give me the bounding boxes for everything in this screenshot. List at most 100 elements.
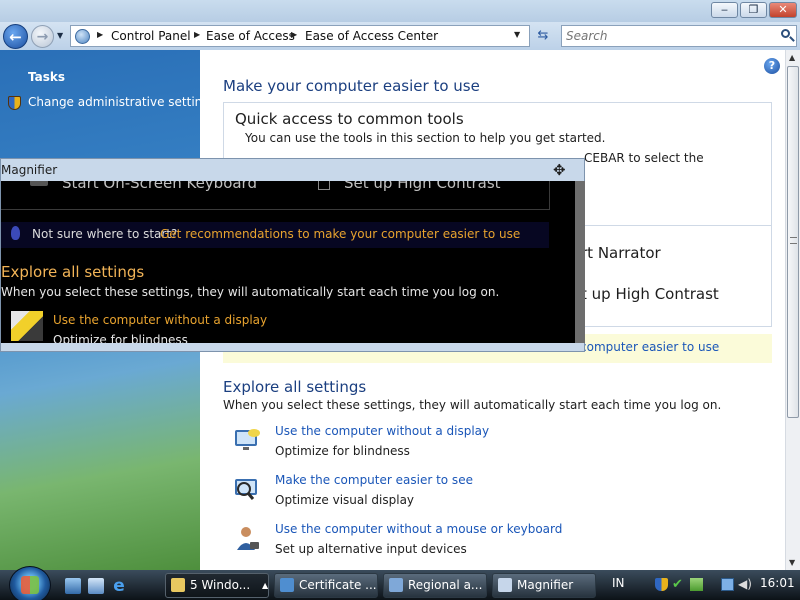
magnified-rec-link: Get recommendations to make your compute… — [160, 227, 521, 241]
magnifier-title: Magnifier — [1, 163, 58, 177]
magnified-view: Start On-Screen Keyboard Set up High Con… — [1, 181, 575, 343]
navigation-bar: ← → ▼ ▶ Control Panel ▶ Ease of Access ▶… — [0, 22, 800, 50]
keyboard-icon — [30, 181, 48, 186]
speaker-icon[interactable]: ◀) — [738, 578, 752, 591]
help-icon[interactable]: ? — [764, 58, 780, 74]
magnified-explore-heading: Explore all settings — [1, 263, 145, 281]
scroll-thumb[interactable] — [787, 66, 799, 418]
display-settings-icon — [235, 429, 260, 450]
magnified-explore-description: When you select these settings, they wil… — [1, 285, 500, 299]
user-input-icon — [237, 527, 259, 550]
internet-explorer-icon[interactable]: e — [111, 578, 127, 595]
magnified-recommendation-bar: Not sure where to start? Get recommendat… — [1, 222, 549, 248]
search-box[interactable] — [561, 25, 797, 47]
explore-settings-description: When you select these settings, they wil… — [223, 398, 722, 412]
tasks-heading: Tasks — [28, 70, 66, 84]
setting-title[interactable]: Make the computer easier to see — [275, 473, 473, 487]
internet-explorer-icon — [280, 578, 294, 592]
taskbar-item-regional[interactable]: Regional a... — [383, 573, 487, 598]
setting-description: Optimize visual display — [275, 493, 415, 507]
taskbar-item-label: Magnifier — [517, 578, 574, 592]
vertical-scrollbar[interactable]: ▲ ▼ — [785, 50, 800, 570]
system-tray: ✔ ◀) 16:01 — [650, 573, 800, 598]
scroll-grip-icon — [790, 237, 797, 244]
setting-description: Optimize for blindness — [275, 444, 410, 458]
search-icon[interactable] — [781, 29, 790, 38]
minimize-button[interactable]: ‒ — [711, 2, 738, 18]
taskbar-item-label: Certificate ... — [299, 578, 377, 592]
page-title: Make your computer easier to use — [223, 77, 480, 95]
display-settings-icon — [11, 311, 43, 341]
start-button[interactable] — [9, 566, 51, 600]
quick-access-heading: Quick access to common tools — [235, 110, 464, 128]
breadcrumb-separator-icon[interactable]: ▶ — [97, 30, 103, 39]
clock[interactable]: 16:01 — [760, 576, 795, 590]
scroll-up-icon[interactable]: ▲ — [789, 53, 795, 62]
taskbar-item-windows-group[interactable]: 5 Windo... ▲ — [165, 573, 269, 598]
lightbulb-icon — [11, 226, 20, 240]
security-shield-icon[interactable] — [655, 578, 668, 591]
title-bar[interactable]: ‒ ❐ ✕ — [0, 0, 800, 22]
ease-of-access-window: ‒ ❐ ✕ ← → ▼ ▶ Control Panel ▶ Ease of Ac… — [0, 0, 800, 570]
setting-easier-to-see[interactable]: Make the computer easier to see Optimize… — [232, 473, 632, 513]
network-icon[interactable] — [690, 578, 703, 591]
recommendations-link[interactable]: computer easier to use — [580, 340, 719, 354]
taskbar-item-label: Regional a... — [408, 578, 483, 592]
chevron-up-icon: ▲ — [262, 581, 269, 590]
quick-access-instruction: CEBAR to select the — [584, 151, 704, 165]
taskbar-item-magnifier[interactable]: Magnifier — [492, 573, 596, 598]
control-panel-icon — [75, 29, 90, 44]
show-desktop-icon[interactable] — [65, 578, 81, 594]
checkbox-icon — [318, 181, 330, 190]
magnified-rec-prompt: Not sure where to start? — [32, 227, 178, 241]
back-arrow-icon: ← — [9, 28, 22, 46]
windows-logo-icon — [21, 576, 39, 594]
breadcrumb-ease-of-access[interactable]: Ease of Access — [206, 29, 295, 43]
magnified-tools-row: Start On-Screen Keyboard Set up High Con… — [1, 181, 550, 210]
setting-title[interactable]: Use the computer without a display — [275, 424, 489, 438]
forward-button[interactable]: → — [31, 25, 54, 48]
breadcrumb-ease-of-access-center[interactable]: Ease of Access Center — [305, 29, 438, 43]
regional-settings-icon — [389, 578, 403, 592]
breadcrumb-separator-icon[interactable]: ▶ — [194, 30, 200, 39]
language-indicator[interactable]: IN — [612, 576, 625, 590]
address-bar[interactable]: ▶ Control Panel ▶ Ease of Access ▶ Ease … — [70, 25, 530, 47]
magnifier-display-icon — [235, 479, 257, 500]
magnifier-window[interactable]: Magnifier ✥ Start On-Screen Keyboard Set… — [0, 158, 585, 352]
taskbar: e 5 Windo... ▲ Certificate ... Regional … — [0, 566, 800, 600]
move-grip-icon[interactable]: ✥ — [553, 161, 566, 179]
setting-description: Set up alternative input devices — [275, 542, 467, 556]
magnified-high-contrast: Set up High Contrast — [344, 181, 501, 192]
address-dropdown-icon[interactable]: ▼ — [514, 30, 520, 39]
setting-without-display[interactable]: Use the computer without a display Optim… — [232, 424, 632, 464]
taskbar-item-certificate[interactable]: Certificate ... — [274, 573, 378, 598]
magnifier-icon — [498, 578, 512, 592]
uac-shield-icon — [8, 96, 21, 110]
search-input[interactable] — [566, 28, 766, 44]
back-button[interactable]: ← — [3, 24, 28, 49]
explore-settings-heading: Explore all settings — [223, 378, 367, 396]
start-narrator-tool[interactable]: rt Narrator — [581, 244, 661, 262]
scroll-down-icon[interactable]: ▼ — [789, 558, 795, 567]
change-admin-settings-link[interactable]: Change administrative settings — [28, 95, 216, 109]
switch-windows-icon[interactable] — [88, 578, 104, 594]
refresh-button[interactable]: ⇆ — [533, 26, 553, 46]
quick-access-description: You can use the tools in this section to… — [245, 131, 606, 145]
magnified-setting-title: Use the computer without a display — [53, 313, 268, 327]
display-icon[interactable] — [721, 578, 734, 591]
breadcrumb-control-panel[interactable]: Control Panel — [111, 29, 191, 43]
refresh-icon: ⇆ — [537, 28, 549, 43]
close-button[interactable]: ✕ — [769, 2, 797, 18]
folder-icon — [171, 578, 185, 592]
checkmark-icon[interactable]: ✔ — [672, 578, 685, 591]
taskbar-item-label: 5 Windo... — [190, 578, 251, 592]
magnified-setting-description: Optimize for blindness — [53, 333, 188, 343]
breadcrumb-separator-icon[interactable]: ▶ — [291, 30, 297, 39]
maximize-button[interactable]: ❐ — [740, 2, 767, 18]
forward-arrow-icon: → — [36, 29, 49, 45]
high-contrast-tool[interactable]: t up High Contrast — [581, 285, 719, 303]
recent-pages-dropdown[interactable]: ▼ — [57, 31, 63, 40]
magnifier-scrollbar[interactable] — [575, 181, 585, 343]
setting-without-mouse-keyboard[interactable]: Use the computer without a mouse or keyb… — [232, 522, 632, 562]
setting-title[interactable]: Use the computer without a mouse or keyb… — [275, 522, 562, 536]
